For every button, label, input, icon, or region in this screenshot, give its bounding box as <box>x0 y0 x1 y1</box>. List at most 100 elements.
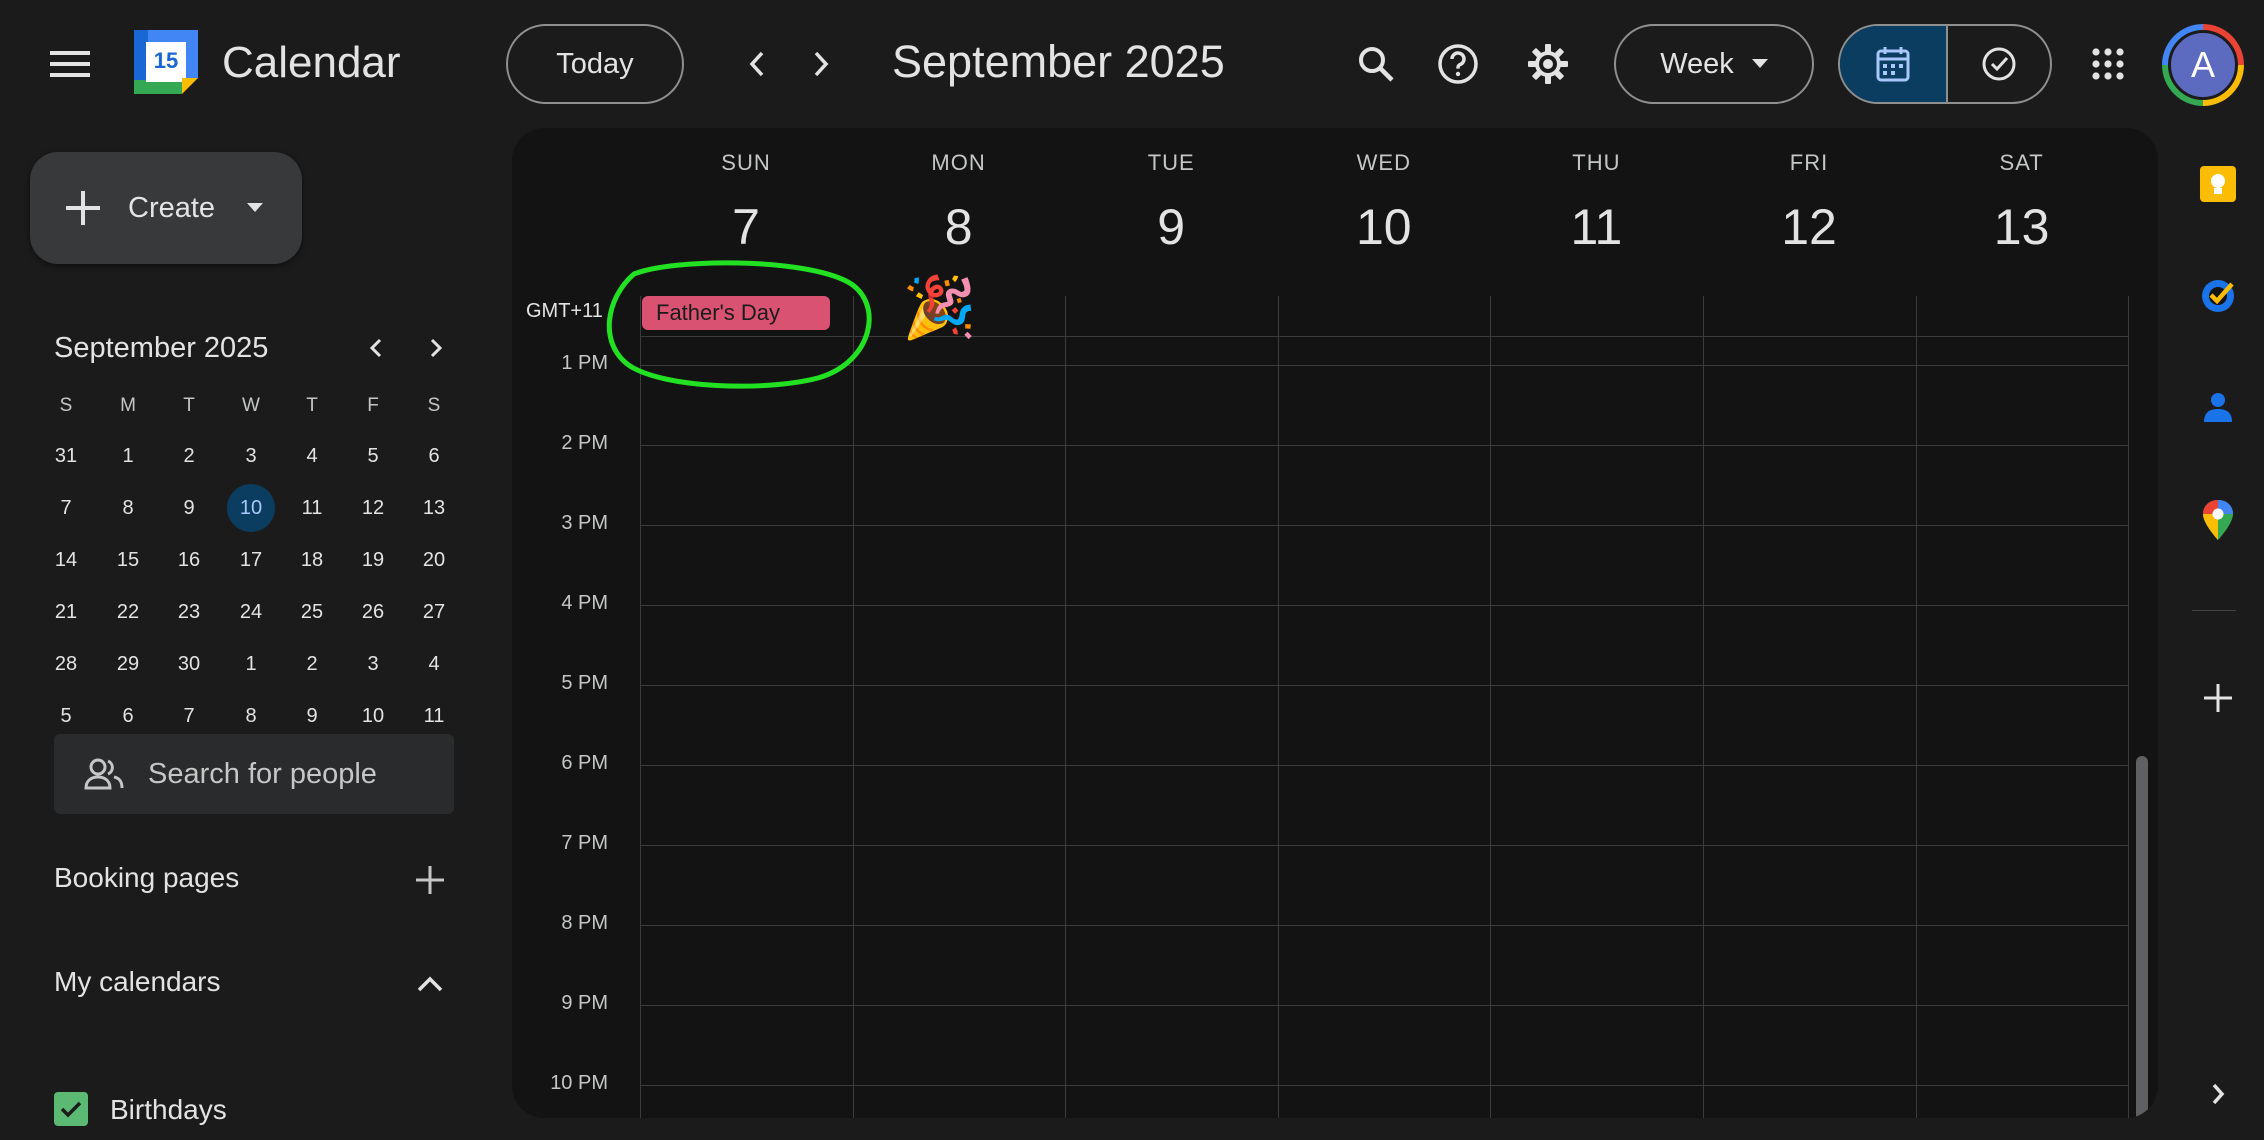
day-name: SAT <box>1999 150 2044 175</box>
day-number[interactable]: 10 <box>1278 198 1490 256</box>
mini-day[interactable]: 29 <box>104 640 152 688</box>
mini-day[interactable]: 12 <box>349 484 397 532</box>
mini-day[interactable]: 1 <box>227 640 275 688</box>
mini-day[interactable]: 22 <box>104 588 152 636</box>
week-view-panel: SUN 7 MON 8 TUE 9 WED 10 THU 11 FRI 12 SAT 13 GMT+11 … <box>512 128 2158 1118</box>
calendar-logo[interactable]: 15 <box>134 30 198 94</box>
plus-icon <box>416 866 444 894</box>
day-header[interactable]: SUN 7 <box>640 128 852 256</box>
mini-calendar-prev-button[interactable] <box>358 330 394 366</box>
mini-day[interactable]: 1 <box>104 432 152 480</box>
day-time-slots[interactable] <box>1491 365 1702 1118</box>
mini-day[interactable]: 8 <box>104 484 152 532</box>
mini-day[interactable]: 20 <box>410 536 458 584</box>
search-button[interactable] <box>1348 36 1404 92</box>
mini-day[interactable]: 15 <box>104 536 152 584</box>
tasks-icon <box>2202 280 2234 312</box>
maps-button[interactable] <box>2196 498 2240 542</box>
plus-icon <box>66 191 100 225</box>
day-number[interactable]: 13 <box>1916 198 2128 256</box>
mini-day[interactable]: 3 <box>227 432 275 480</box>
day-number[interactable]: 7 <box>640 198 852 256</box>
view-switcher[interactable]: Week <box>1614 24 1814 104</box>
keep-button[interactable] <box>2196 162 2240 206</box>
avatar[interactable]: A <box>2168 30 2238 100</box>
mini-day[interactable]: 5 <box>42 692 90 740</box>
mini-day[interactable]: 14 <box>42 536 90 584</box>
day-number[interactable]: 11 <box>1490 198 1702 256</box>
mini-day[interactable]: 16 <box>165 536 213 584</box>
mini-day[interactable]: 26 <box>349 588 397 636</box>
day-time-slots[interactable] <box>1066 365 1277 1118</box>
mini-calendar-title: September 2025 <box>54 332 269 364</box>
mini-day[interactable]: 6 <box>410 432 458 480</box>
mini-day[interactable]: 11 <box>410 692 458 740</box>
mini-day[interactable]: 31 <box>42 432 90 480</box>
today-button[interactable]: Today <box>506 24 684 104</box>
day-header[interactable]: MON 8 <box>853 128 1065 256</box>
mini-day[interactable]: 18 <box>288 536 336 584</box>
mini-day[interactable]: 9 <box>288 692 336 740</box>
day-number[interactable]: 12 <box>1703 198 1915 256</box>
mini-day[interactable]: 30 <box>165 640 213 688</box>
mini-day[interactable]: 5 <box>349 432 397 480</box>
mini-day[interactable]: 17 <box>227 536 275 584</box>
day-header[interactable]: SAT 13 <box>1916 128 2128 256</box>
day-time-slots[interactable] <box>1279 365 1490 1118</box>
get-add-ons-button[interactable] <box>2196 676 2240 720</box>
hour-label: 7 PM <box>561 832 608 854</box>
create-button[interactable]: Create <box>30 152 302 264</box>
checkmark-icon <box>60 1101 82 1118</box>
mini-day[interactable]: 27 <box>410 588 458 636</box>
mini-day[interactable]: 11 <box>288 484 336 532</box>
mini-day[interactable]: 10 <box>349 692 397 740</box>
mini-day[interactable]: 13 <box>410 484 458 532</box>
day-time-slots[interactable] <box>854 365 1065 1118</box>
mini-day[interactable]: 2 <box>288 640 336 688</box>
day-header[interactable]: FRI 12 <box>1703 128 1915 256</box>
mini-day[interactable]: 9 <box>165 484 213 532</box>
calendar-mode-button[interactable] <box>1840 26 1948 102</box>
mini-calendar-next-button[interactable] <box>418 330 454 366</box>
main-menu-button[interactable] <box>36 36 104 92</box>
next-week-button[interactable] <box>796 36 846 92</box>
help-button[interactable] <box>1430 36 1486 92</box>
google-apps-button[interactable] <box>2080 36 2136 92</box>
create-label: Create <box>128 191 216 224</box>
mini-day[interactable]: 28 <box>42 640 90 688</box>
mini-day[interactable]: 3 <box>349 640 397 688</box>
collapse-my-calendars-button[interactable] <box>410 964 450 1004</box>
mini-day[interactable]: 21 <box>42 588 90 636</box>
day-header[interactable]: THU 11 <box>1490 128 1702 256</box>
tasks-mode-button[interactable] <box>1948 26 2050 102</box>
day-header[interactable]: TUE 9 <box>1065 128 1277 256</box>
mini-day[interactable]: 6 <box>104 692 152 740</box>
mini-day[interactable]: 4 <box>288 432 336 480</box>
vertical-scrollbar[interactable] <box>2136 756 2148 1118</box>
birthdays-checkbox[interactable] <box>54 1092 88 1126</box>
mini-day[interactable]: 2 <box>165 432 213 480</box>
mini-day[interactable]: 24 <box>227 588 275 636</box>
tasks-button[interactable] <box>2196 274 2240 318</box>
day-number[interactable]: 8 <box>853 198 1065 256</box>
expand-side-panel-button[interactable] <box>2196 1072 2240 1116</box>
day-number[interactable]: 9 <box>1065 198 1277 256</box>
people-search-input[interactable]: Search for people <box>54 734 454 814</box>
day-header[interactable]: WED 10 <box>1278 128 1490 256</box>
contacts-button[interactable] <box>2196 386 2240 430</box>
mini-day[interactable]: 19 <box>349 536 397 584</box>
day-name: MON <box>931 150 986 175</box>
mini-day[interactable]: 4 <box>410 640 458 688</box>
mini-day[interactable]: 8 <box>227 692 275 740</box>
mini-day[interactable]: 7 <box>165 692 213 740</box>
mini-day[interactable]: 25 <box>288 588 336 636</box>
add-booking-page-button[interactable] <box>410 860 450 900</box>
mini-day[interactable]: 23 <box>165 588 213 636</box>
previous-week-button[interactable] <box>732 36 782 92</box>
day-time-slots[interactable] <box>641 365 852 1118</box>
day-time-slots[interactable] <box>1917 365 2128 1118</box>
settings-button[interactable] <box>1520 36 1576 92</box>
day-time-slots[interactable] <box>1704 365 1915 1118</box>
mini-day[interactable]: 10 <box>227 484 275 532</box>
mini-day[interactable]: 7 <box>42 484 90 532</box>
